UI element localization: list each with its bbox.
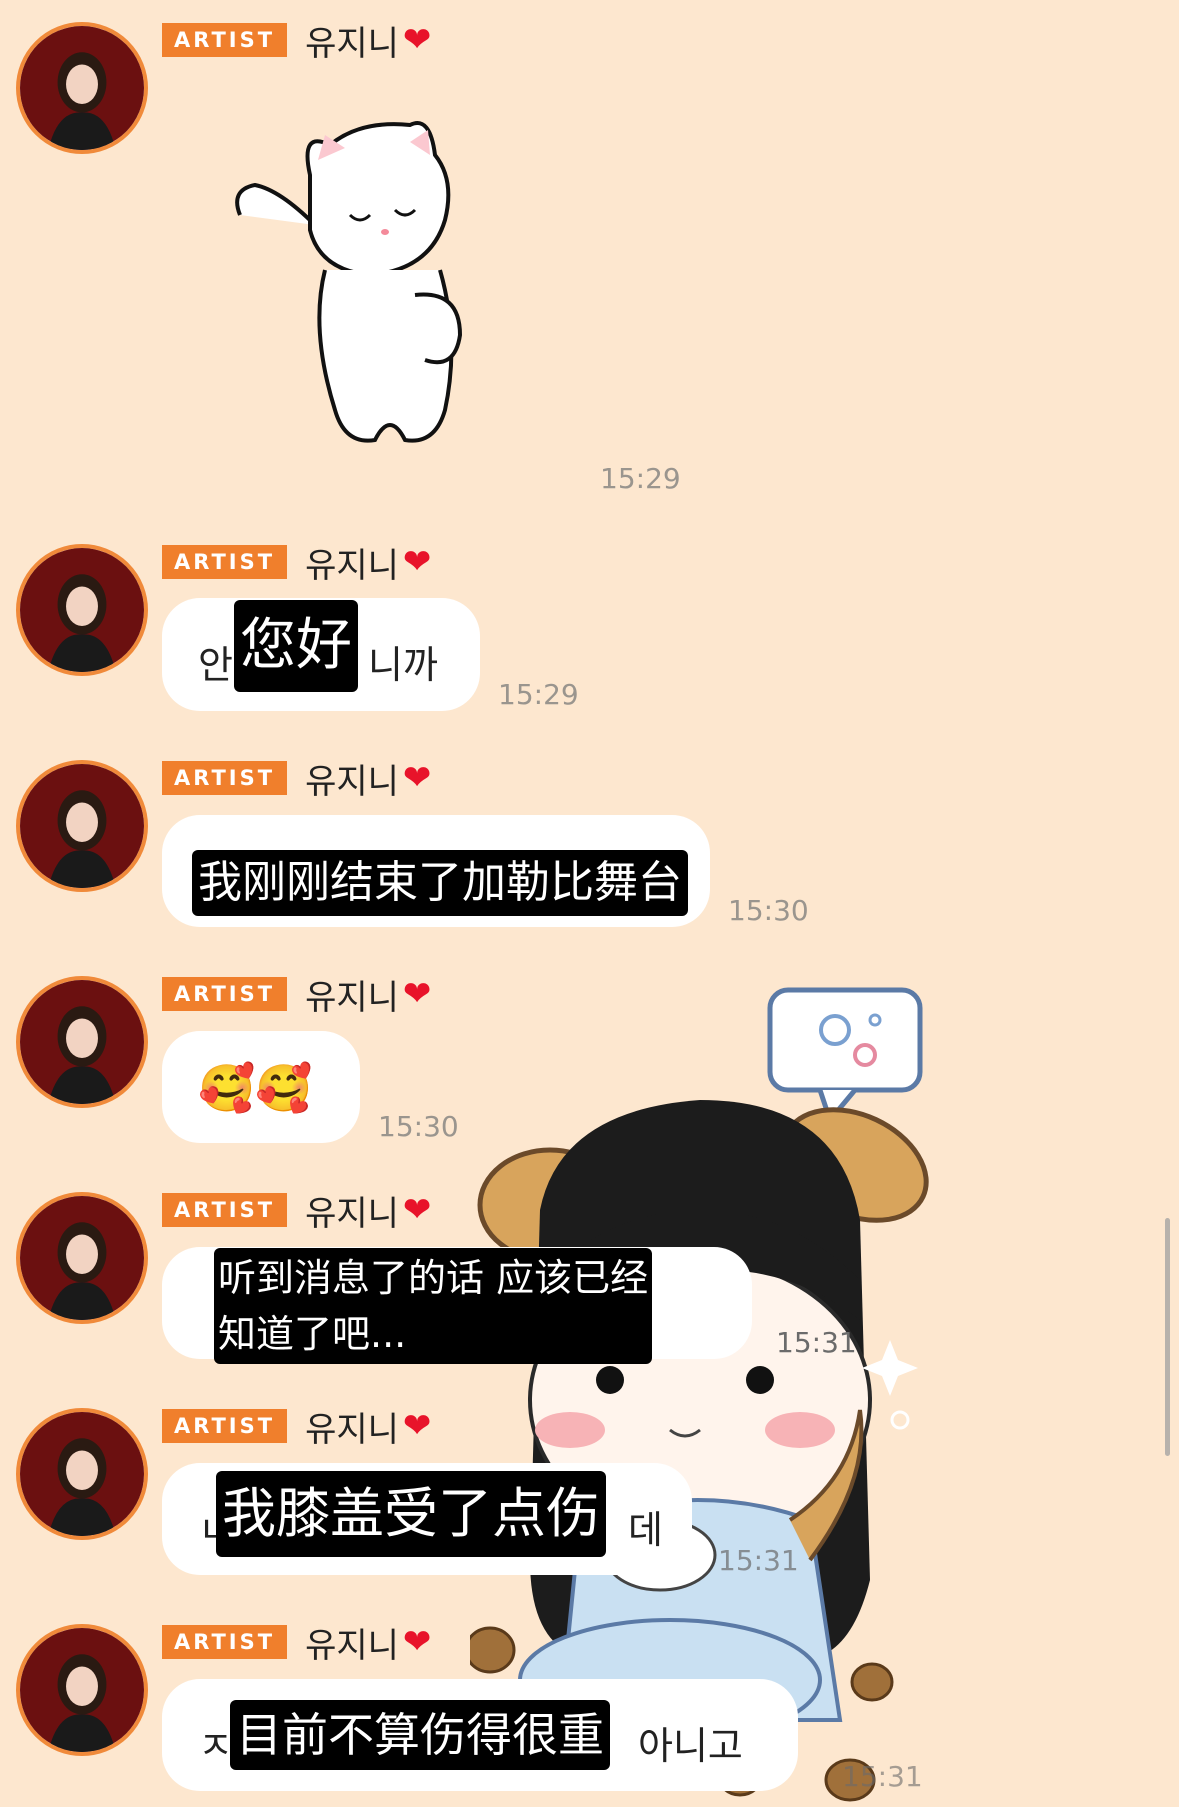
artist-badge: ARTIST: [162, 23, 288, 57]
artist-badge: ARTIST: [162, 1625, 288, 1659]
cat-sticker[interactable]: [230, 110, 510, 460]
original-text-end: 아니고: [638, 1724, 743, 1768]
sender-name[interactable]: 유지니: [305, 538, 399, 587]
subtitle-line: 知道了吧...: [218, 1312, 407, 1356]
avatar[interactable]: [16, 22, 148, 154]
original-text-end: 데: [628, 1508, 663, 1552]
heart-icon: ❤: [402, 974, 432, 1014]
subtitle-overlay: 我膝盖受了点伤: [216, 1471, 606, 1557]
original-text-start: ㅈ: [198, 1724, 233, 1768]
sender-header: ARTIST 유지니 ❤: [162, 1190, 432, 1234]
acorn-icon: [470, 1626, 516, 1674]
avatar[interactable]: [16, 1624, 148, 1756]
speech-bubble-icon: [767, 987, 923, 1126]
sender-header: ARTIST 유지니 ❤: [162, 1622, 432, 1666]
timestamp: 15:29: [498, 678, 579, 711]
sender-header: ARTIST 유지니 ❤: [162, 1406, 432, 1450]
heart-icon: ❤: [402, 20, 432, 60]
artist-badge: ARTIST: [162, 545, 288, 579]
message-bubble[interactable]: 🥰🥰: [162, 1031, 360, 1143]
original-text-start: 안: [198, 643, 233, 687]
sender-name[interactable]: 유지니: [305, 1402, 399, 1451]
artist-badge: ARTIST: [162, 761, 288, 795]
sender-header: ARTIST 유지니 ❤: [162, 20, 432, 64]
subtitle-overlay: 您好: [234, 600, 358, 692]
subtitle-line: 听到消息了的话 应该已经: [218, 1256, 649, 1300]
artist-badge: ARTIST: [162, 1409, 288, 1443]
avatar[interactable]: [16, 1408, 148, 1540]
sender-name[interactable]: 유지니: [305, 16, 399, 65]
avatar[interactable]: [16, 760, 148, 892]
timestamp: 15:31: [842, 1760, 923, 1793]
sender-name[interactable]: 유지니: [305, 1618, 399, 1667]
timestamp: 15:31: [776, 1326, 857, 1359]
subtitle-overlay: 目前不算伤得很重: [230, 1700, 610, 1770]
acorn-icon: [850, 1662, 894, 1702]
heart-icon: ❤: [402, 542, 432, 582]
timestamp: 15:29: [600, 462, 681, 495]
sender-name[interactable]: 유지니: [305, 754, 399, 803]
heart-icon: ❤: [402, 1622, 432, 1662]
original-text-end: 니까: [368, 643, 438, 687]
timestamp: 15:30: [728, 894, 809, 927]
sender-header: ARTIST 유지니 ❤: [162, 542, 432, 586]
sender-header: ARTIST 유지니 ❤: [162, 974, 432, 1018]
artist-badge: ARTIST: [162, 977, 288, 1011]
sender-name[interactable]: 유지니: [305, 1186, 399, 1235]
sender-name[interactable]: 유지니: [305, 970, 399, 1019]
timestamp: 15:30: [378, 1110, 459, 1143]
artist-badge: ARTIST: [162, 1193, 288, 1227]
heart-icon: ❤: [402, 1190, 432, 1230]
avatar[interactable]: [16, 1192, 148, 1324]
sender-header: ARTIST 유지니 ❤: [162, 758, 432, 802]
scrollbar[interactable]: [1165, 1218, 1170, 1456]
timestamp: 15:31: [718, 1544, 799, 1577]
emoji-text: 🥰🥰: [198, 1061, 313, 1115]
heart-icon: ❤: [402, 1406, 432, 1446]
subtitle-overlay: 我刚刚结束了加勒比舞台: [192, 850, 688, 916]
avatar[interactable]: [16, 544, 148, 676]
subtitle-overlay: 听到消息了的话 应该已经 知道了吧...: [214, 1248, 653, 1364]
heart-icon: ❤: [402, 758, 432, 798]
avatar[interactable]: [16, 976, 148, 1108]
